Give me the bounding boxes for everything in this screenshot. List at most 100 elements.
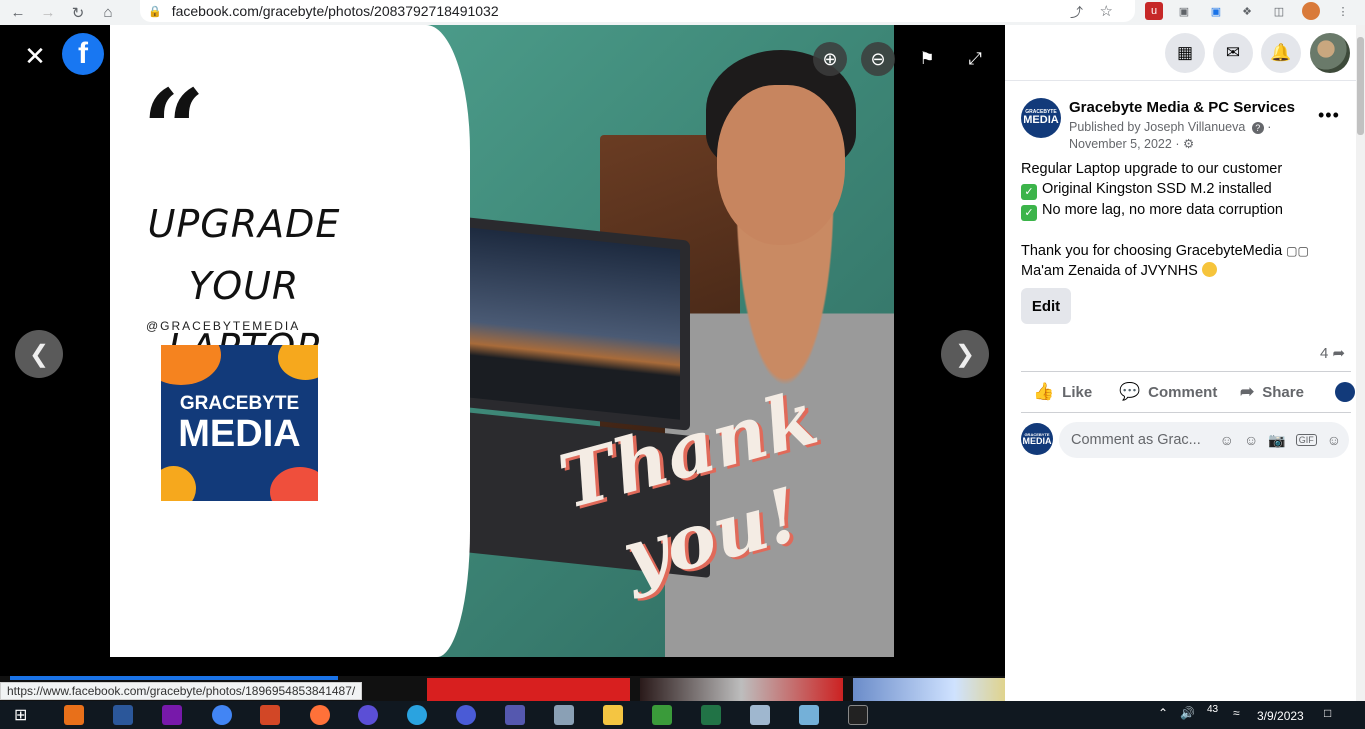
close-icon[interactable]: ✕ xyxy=(20,41,50,71)
notification-center-icon[interactable]: □ xyxy=(1324,706,1331,720)
post-photo[interactable]: “ UPGRADE YOUR LAPTOP NOW! @GRACEBYTEMED… xyxy=(110,25,894,657)
powerpoint-icon[interactable] xyxy=(260,705,280,725)
share-count[interactable]: 4 ➦ xyxy=(1320,344,1345,362)
commenter-avatar[interactable]: GRACEBYTE MEDIA xyxy=(1021,423,1053,455)
previous-photo-button[interactable]: ❮ xyxy=(15,330,63,378)
teams-icon[interactable] xyxy=(505,705,525,725)
zoom-out-icon[interactable]: ⊖ xyxy=(861,42,895,76)
app-icon[interactable] xyxy=(652,705,672,725)
quote-mark-icon: “ xyxy=(142,65,206,194)
browser-toolbar: ← → ↻ ⌂ 🔒 facebook.com/gracebyte/photos/… xyxy=(0,0,1365,25)
post-date-text[interactable]: November 5, 2022 xyxy=(1069,137,1172,151)
chrome-icon[interactable] xyxy=(212,705,232,725)
gif-icon[interactable]: GIF xyxy=(1295,434,1317,446)
chevron-left-icon: ❮ xyxy=(28,340,50,368)
share-button[interactable]: ➦ Share xyxy=(1240,372,1304,412)
app-icon[interactable] xyxy=(64,705,84,725)
smile-emoji-icon xyxy=(1201,262,1217,277)
avatar-sticker-icon[interactable]: ☺ xyxy=(1220,432,1234,448)
fullscreen-icon[interactable]: ⤢ xyxy=(963,47,987,71)
page-avatar[interactable]: GRACEBYTE MEDIA xyxy=(1021,98,1061,138)
home-icon[interactable]: ⌂ xyxy=(96,3,120,23)
sticker-icon[interactable]: ☺ xyxy=(1327,432,1341,448)
post-line: Thank you for choosing GracebyteMedia ▢▢ xyxy=(1021,243,1309,259)
post-line: ✓ No more lag, no more data corruption xyxy=(1021,200,1351,221)
windows-start-icon[interactable]: ⊞ xyxy=(14,705,34,725)
app-icon[interactable] xyxy=(358,705,378,725)
excel-icon[interactable] xyxy=(701,705,721,725)
tag-icon[interactable]: ⚑ xyxy=(915,47,939,71)
back-icon[interactable]: ← xyxy=(6,3,30,23)
facebook-logo-icon[interactable]: f xyxy=(62,33,104,75)
extension-icon[interactable]: ▣ xyxy=(1207,2,1225,20)
help-icon[interactable]: ? xyxy=(1251,122,1264,134)
panel-scrollbar[interactable] xyxy=(1356,25,1365,701)
app-icon[interactable] xyxy=(799,705,819,725)
clock-date[interactable]: 3/9/2023 xyxy=(1257,709,1304,723)
weather-temp[interactable]: 43 xyxy=(1207,704,1218,715)
logo-text-line2: MEDIA xyxy=(178,413,301,455)
share-arrow-icon: ➦ xyxy=(1332,345,1346,362)
word-icon[interactable] xyxy=(113,705,133,725)
firefox-icon[interactable] xyxy=(310,705,330,725)
wifi-icon[interactable]: ≈ xyxy=(1233,706,1240,720)
photo-face xyxy=(717,85,845,245)
account-avatar[interactable] xyxy=(1310,33,1350,73)
page-loading-bar xyxy=(10,676,338,680)
edit-button[interactable]: Edit xyxy=(1021,288,1071,324)
menu-grid-icon[interactable]: ▦ xyxy=(1165,33,1205,73)
share-page-icon[interactable]: ⤴ xyxy=(1070,2,1083,21)
like-button[interactable]: 👍 Like xyxy=(1033,372,1092,412)
extension-icon[interactable]: u xyxy=(1145,2,1163,20)
logo-text-line1: GRACEBYTE xyxy=(179,393,300,414)
thumbnail[interactable] xyxy=(640,678,843,701)
lock-icon[interactable]: 🔒 xyxy=(148,5,162,18)
panel-header: ▦ ✉ 🔔 xyxy=(1005,25,1365,81)
url-text: facebook.com/gracebyte/photos/2083792718… xyxy=(171,3,499,19)
thumbnail[interactable] xyxy=(427,678,630,701)
published-by: Published by Joseph Villanueva ? · xyxy=(1069,120,1272,134)
post-options-icon[interactable]: ••• xyxy=(1318,105,1340,126)
post-line: Regular Laptop upgrade to our customer xyxy=(1021,161,1283,177)
telegram-icon[interactable] xyxy=(407,705,427,725)
share-arrow-icon: ➦ xyxy=(1240,382,1255,401)
app-icon[interactable] xyxy=(554,705,574,725)
photo-viewer: “ UPGRADE YOUR LAPTOP NOW! @GRACEBYTEMED… xyxy=(0,25,1056,701)
emoji-icon[interactable]: ☺ xyxy=(1244,432,1258,448)
next-photo-button[interactable]: ❯ xyxy=(941,330,989,378)
comment-button[interactable]: 💬 Comment xyxy=(1119,372,1217,412)
page-name-link[interactable]: Gracebyte Media & PC Services xyxy=(1069,99,1295,116)
bookmark-star-icon[interactable]: ☆ xyxy=(1100,2,1113,20)
file-explorer-icon[interactable] xyxy=(603,705,623,725)
post-line: ✓ Original Kingston SSD M.2 installed xyxy=(1021,179,1351,200)
post-actions: 👍 Like 💬 Comment ➦ Share xyxy=(1021,371,1355,413)
audience-gear-icon[interactable]: ⚙ xyxy=(1183,137,1194,151)
white-splash-shape xyxy=(360,25,470,657)
reload-icon[interactable]: ↻ xyxy=(66,3,90,23)
terminal-icon[interactable] xyxy=(848,705,868,725)
chrome-menu-icon[interactable]: ⋮ xyxy=(1334,2,1352,20)
app-icon[interactable] xyxy=(456,705,476,725)
tray-chevron-icon[interactable]: ⌃ xyxy=(1158,706,1168,720)
post-text: Regular Laptop upgrade to our customer ✓… xyxy=(1021,159,1351,281)
check-mark-icon: ✓ xyxy=(1021,205,1037,221)
reaction-avatar[interactable] xyxy=(1335,382,1355,402)
side-panel-icon[interactable]: ◫ xyxy=(1270,2,1288,20)
address-bar[interactable]: 🔒 facebook.com/gracebyte/photos/20837927… xyxy=(140,0,1135,22)
app-icon[interactable] xyxy=(750,705,770,725)
extension-icon[interactable]: ▣ xyxy=(1175,2,1193,20)
thumbs-up-icon: 👍 xyxy=(1033,382,1055,401)
post-line: Ma'am Zenaida of JVYNHS xyxy=(1021,261,1351,281)
zoom-in-icon[interactable]: ⊕ xyxy=(813,42,847,76)
volume-icon[interactable]: 🔊 xyxy=(1180,706,1195,720)
camera-icon[interactable]: 📷 xyxy=(1268,432,1285,449)
chrome-profile-avatar[interactable] xyxy=(1302,2,1320,20)
notifications-bell-icon[interactable]: 🔔 xyxy=(1261,33,1301,73)
post-side-panel: ▦ ✉ 🔔 GRACEBYTE MEDIA Gracebyte Media & … xyxy=(1005,25,1365,701)
onenote-icon[interactable] xyxy=(162,705,182,725)
messenger-icon[interactable]: ✉ xyxy=(1213,33,1253,73)
windows-taskbar: ⊞ ⌃ 🔊 43 ≈ 3/9/2023 □ xyxy=(0,701,1365,729)
comment-input[interactable]: Comment as Grac... ☺ ☺ 📷 GIF ☺ xyxy=(1059,422,1349,458)
forward-icon[interactable]: → xyxy=(36,3,60,23)
extensions-puzzle-icon[interactable]: ❖ xyxy=(1238,2,1256,20)
